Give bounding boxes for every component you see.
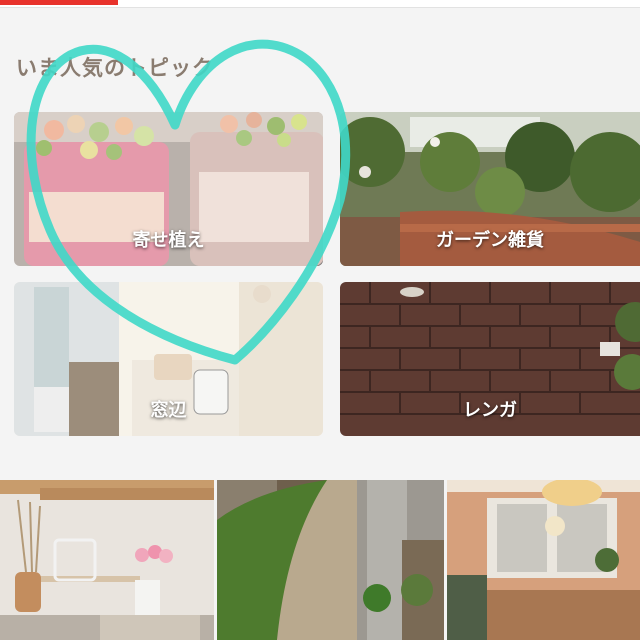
- photo-card-room[interactable]: [447, 480, 640, 640]
- garden-path-photo: [217, 480, 444, 640]
- topic-tile-renga[interactable]: レンガ: [340, 282, 640, 436]
- topic-label: レンガ: [463, 400, 517, 421]
- room-pendant-photo: [447, 480, 640, 640]
- topic-label: ガーデン雑貨: [436, 230, 544, 251]
- interior-shelf-photo: [0, 480, 214, 640]
- topic-tile-madobe[interactable]: 窓辺: [14, 282, 323, 436]
- photo-card-garden-path[interactable]: [217, 480, 444, 640]
- topic-tile-garden-goods[interactable]: ガーデン雑貨: [340, 112, 640, 266]
- topic-label: 窓辺: [150, 400, 187, 421]
- active-tab-indicator: [0, 0, 118, 5]
- topic-tile-yoseue[interactable]: 寄せ植え: [14, 112, 323, 266]
- section-title: いま人気のトピック: [16, 56, 214, 80]
- photo-card-interior[interactable]: [0, 480, 214, 640]
- topic-label: 寄せ植え: [132, 230, 205, 251]
- top-bar: [0, 0, 640, 8]
